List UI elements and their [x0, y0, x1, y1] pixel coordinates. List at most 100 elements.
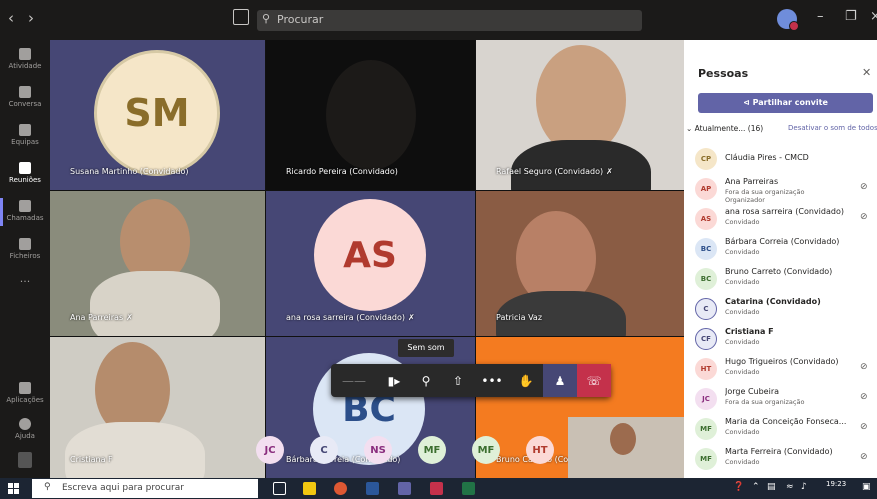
- participant-role: Convidado: [725, 428, 760, 436]
- overflow-participant[interactable]: MF: [418, 436, 446, 464]
- volume-icon[interactable]: ♪: [801, 482, 807, 492]
- chrome-icon[interactable]: [334, 482, 347, 495]
- overflow-participant[interactable]: HT: [526, 436, 554, 464]
- raise-hand-button[interactable]: ✋: [509, 364, 543, 397]
- close-icon[interactable]: ✕: [862, 66, 871, 79]
- rail-item-chamadas[interactable]: Chamadas: [0, 200, 50, 222]
- video-tile[interactable]: AS ana rosa sarreira (Convidado) ✗: [266, 191, 475, 336]
- participant-role: Fora da sua organização: [725, 398, 805, 406]
- file-explorer-icon[interactable]: [303, 482, 316, 495]
- notifications-icon[interactable]: ▣: [862, 482, 871, 492]
- search-placeholder: Procurar: [277, 13, 324, 26]
- participant-row[interactable]: BC Bruno Carreto (Convidado) Convidado: [695, 266, 877, 292]
- rail-item-equipas[interactable]: Equipas: [0, 124, 50, 146]
- video-feed: [610, 423, 636, 455]
- participant-row[interactable]: CF Cristiana F Convidado: [695, 326, 877, 352]
- video-tile[interactable]: Cristiana F: [50, 337, 265, 478]
- participant-row[interactable]: HT Hugo Trigueiros (Convidado) Convidado ⊘: [695, 356, 877, 382]
- participant-row[interactable]: AP Ana Parreiras Fora da sua organização Or…: [695, 176, 877, 204]
- app-icon[interactable]: [430, 482, 443, 495]
- word-icon[interactable]: [366, 482, 379, 495]
- network-icon[interactable]: ▤: [767, 482, 776, 492]
- share-invite-button[interactable]: ⊲ Partilhar convite: [698, 93, 873, 113]
- chat-icon: [19, 86, 31, 98]
- mic-off-icon: ⊘: [860, 212, 868, 222]
- video-tile[interactable]: Ana Parreiras ✗: [50, 191, 265, 336]
- device-icon: [18, 452, 32, 468]
- video-camera-icon: ▮▸: [387, 373, 401, 388]
- taskbar-search-input[interactable]: ⚲ Escreva aqui para procurar: [32, 479, 258, 498]
- camera-button[interactable]: ▮▸: [377, 364, 411, 397]
- back-arrow-icon[interactable]: ‹: [8, 9, 14, 27]
- overflow-participant[interactable]: NS: [364, 436, 392, 464]
- compose-icon[interactable]: [233, 9, 249, 25]
- more-icon: ...: [19, 272, 31, 285]
- close-window-icon[interactable]: ×: [870, 9, 877, 24]
- participant-row[interactable]: CP Cláudia Pires - CMCD: [695, 146, 877, 172]
- rail-item-more[interactable]: ...: [0, 272, 50, 285]
- mute-button[interactable]: ⚲: [409, 364, 443, 397]
- search-input[interactable]: ⚲ Procurar: [257, 10, 642, 31]
- windows-start-icon[interactable]: [8, 483, 19, 494]
- share-screen-button[interactable]: ⇧: [441, 364, 475, 397]
- task-view-icon[interactable]: [273, 482, 286, 495]
- participant-row[interactable]: C Catarina (Convidado) Convidado: [695, 296, 877, 322]
- video-tile[interactable]: SM Susana Martinho (Convidado): [50, 40, 265, 190]
- rail-label: Ajuda: [15, 432, 35, 440]
- participant-role: Convidado: [725, 308, 760, 316]
- rail-label: Atividade: [8, 62, 42, 70]
- mic-off-icon: ⊘: [860, 182, 868, 192]
- rail-item-ficheiros[interactable]: Ficheiros: [0, 238, 50, 260]
- participant-avatar: SM: [94, 50, 220, 176]
- video-feed-body: [511, 140, 651, 190]
- chevron-down-icon: ⌄: [686, 124, 695, 133]
- rail-item-ajuda[interactable]: Ajuda: [0, 418, 50, 440]
- participant-row[interactable]: MF Maria da Conceição Fonseca... Convidado…: [695, 416, 877, 442]
- rail-item-conversa[interactable]: Conversa: [0, 86, 50, 108]
- participant-row[interactable]: AS ana rosa sarreira (Convidado) Convidado…: [695, 206, 877, 232]
- forward-arrow-icon[interactable]: ›: [28, 9, 34, 27]
- overflow-participant[interactable]: JC: [256, 436, 284, 464]
- participant-role: Convidado: [725, 278, 760, 286]
- video-tile[interactable]: Patricia Vaz: [476, 191, 684, 336]
- participant-row[interactable]: MF Marta Ferreira (Convidado) Convidado ⊘: [695, 446, 877, 472]
- maximize-icon[interactable]: ❐: [845, 9, 857, 24]
- rail-item-aplicacoes[interactable]: Aplicações: [0, 382, 50, 404]
- participant-name: Maria da Conceição Fonseca...: [725, 417, 847, 426]
- participant-name: Jorge Cubeira: [725, 387, 780, 396]
- rail-label: Aplicações: [6, 396, 44, 404]
- video-feed-body: [90, 271, 220, 336]
- participant-name: Cláudia Pires - CMCD: [725, 153, 809, 162]
- show-participants-button[interactable]: ♟: [543, 364, 577, 397]
- participant-role: Convidado: [725, 458, 760, 466]
- hand-icon: ✋: [518, 373, 534, 388]
- hang-up-button[interactable]: ☏: [577, 364, 611, 397]
- chevron-up-icon[interactable]: ⌃: [752, 482, 760, 492]
- search-icon: ⚲: [262, 12, 271, 25]
- mic-off-icon: ✗: [606, 167, 613, 176]
- overflow-participant[interactable]: MF: [472, 436, 500, 464]
- more-actions-button[interactable]: •••: [475, 364, 509, 397]
- overflow-participant[interactable]: C: [310, 436, 338, 464]
- wifi-icon[interactable]: ≈: [786, 482, 794, 492]
- participant-avatar: BC: [695, 268, 717, 290]
- video-tile[interactable]: Rafael Seguro (Convidado) ✗: [476, 40, 684, 190]
- video-tile[interactable]: Bruno Carreto (Convidado): [476, 337, 684, 478]
- search-icon: ⚲: [44, 482, 51, 492]
- minimize-icon[interactable]: –: [817, 9, 824, 24]
- meeting-controls: —— ▮▸ ⚲ ⇧ ••• ✋ ♟ ☏: [331, 364, 611, 397]
- video-tile[interactable]: Ricardo Pereira (Convidado): [266, 40, 475, 190]
- user-avatar[interactable]: [777, 9, 799, 31]
- rail-item-atividade[interactable]: Atividade: [0, 48, 50, 70]
- participant-row[interactable]: JC Jorge Cubeira Fora da sua organização ⊘: [695, 386, 877, 412]
- participant-avatar: C: [695, 298, 717, 320]
- help-tray-icon[interactable]: ❓: [733, 482, 744, 492]
- participant-row[interactable]: BC Bárbara Correia (Convidado) Convidado: [695, 236, 877, 262]
- excel-icon[interactable]: [462, 482, 475, 495]
- mute-all-link[interactable]: Desativar o som de todos: [788, 124, 877, 132]
- clock[interactable]: 19:23: [826, 480, 846, 488]
- teams-icon[interactable]: [398, 482, 411, 495]
- rail-item-device[interactable]: [0, 452, 50, 470]
- avatar-initials: SM: [124, 91, 190, 135]
- rail-item-reunioes[interactable]: Reuniões: [0, 162, 50, 184]
